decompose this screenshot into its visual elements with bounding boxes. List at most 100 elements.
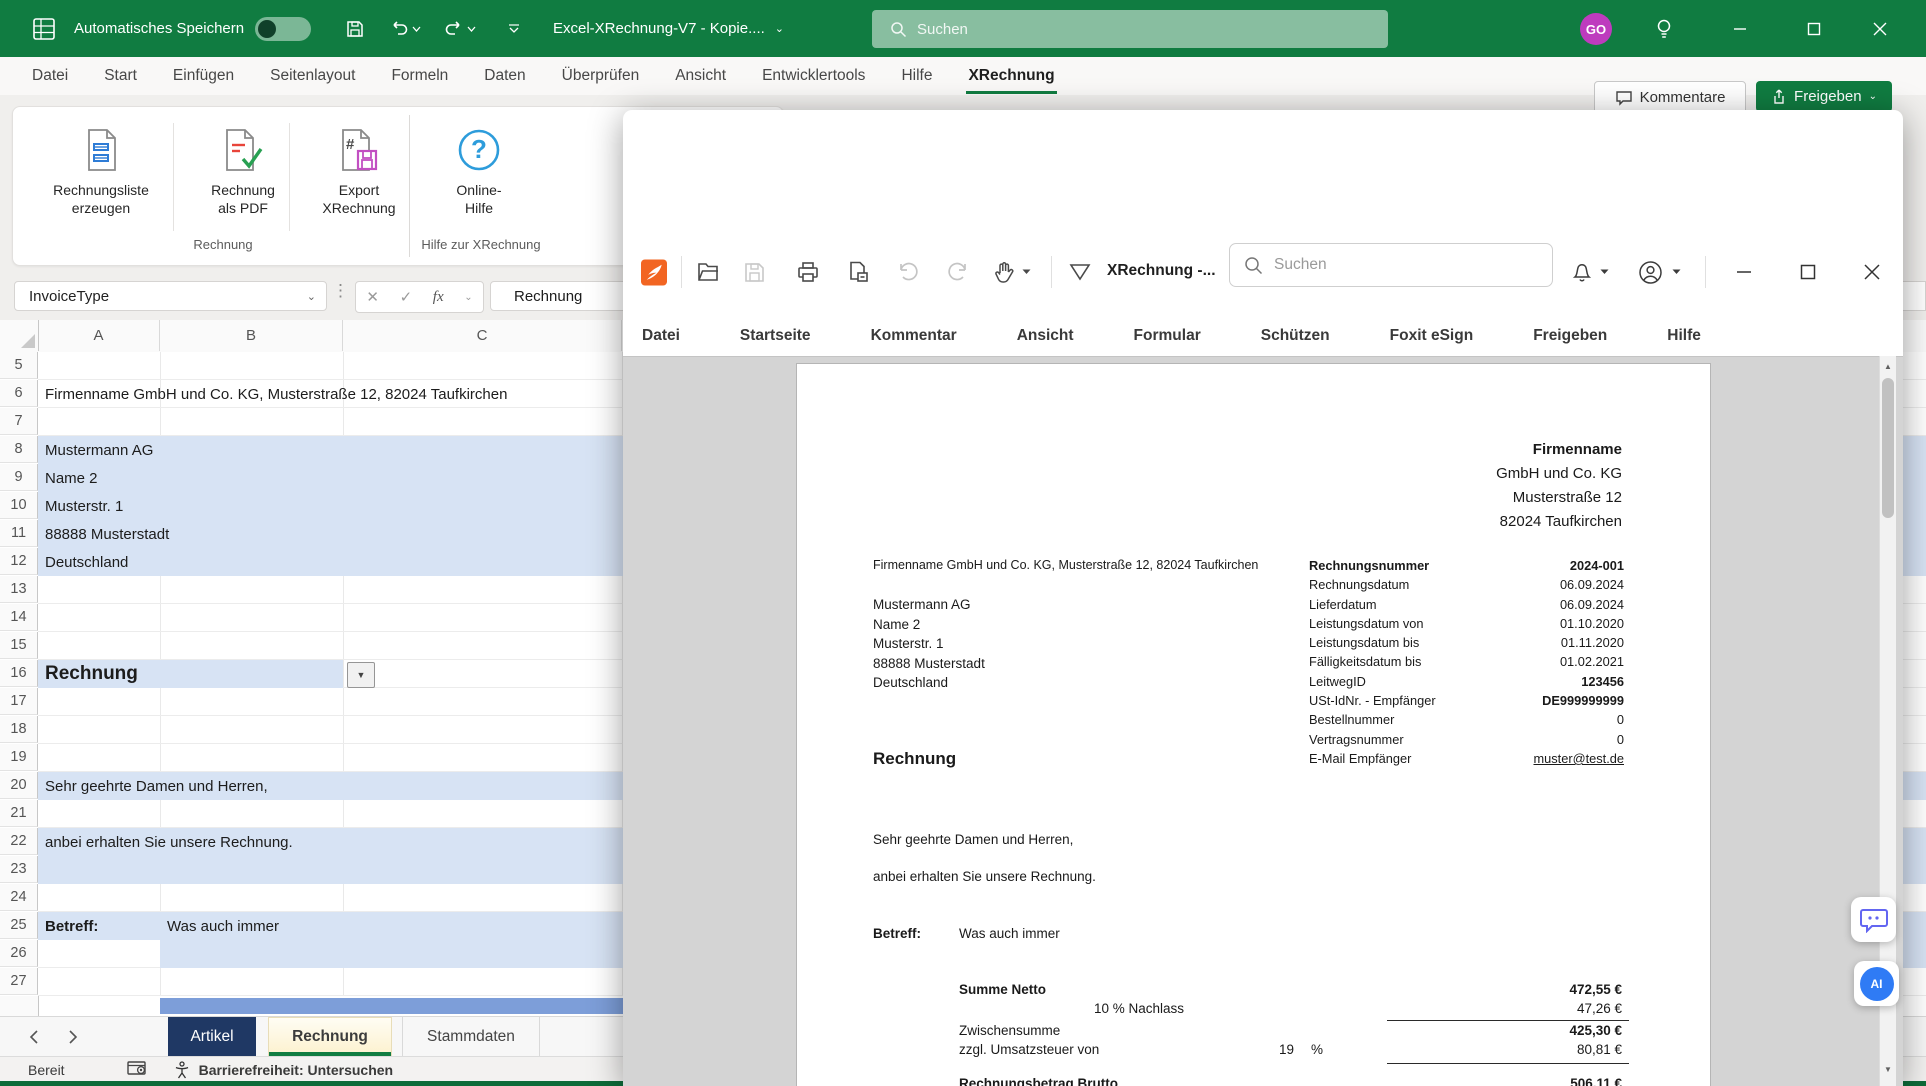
foxit-minimize-button[interactable] [1731,259,1757,285]
foxit-menu-datei[interactable]: Datei [642,327,680,345]
column-header-b[interactable]: B [160,320,343,351]
foxit-search-box[interactable]: Suchen [1229,243,1553,287]
row-header-13[interactable]: 13 [0,576,38,603]
foxit-redo-icon[interactable] [945,259,971,285]
sheet-prev-icon[interactable] [18,1017,48,1057]
lightbulb-icon[interactable] [1650,15,1678,43]
row-header-10[interactable]: 10 [0,492,38,519]
nabla-tools-icon[interactable] [1067,259,1093,285]
row-header-19[interactable]: 19 [0,744,38,771]
row-header-26[interactable]: 26 [0,940,38,967]
scroll-up-icon[interactable]: ▲ [1880,358,1896,375]
quick-access-dropdown-icon[interactable] [500,15,528,43]
row-header-14[interactable]: 14 [0,604,38,631]
row-header-17[interactable]: 17 [0,688,38,715]
formula-bar-handle[interactable]: ⋮ [332,285,349,296]
row-header-12[interactable]: 12 [0,548,38,575]
foxit-menu-schützen[interactable]: Schützen [1261,327,1330,345]
ribbon-tab-start[interactable]: Start [102,59,139,93]
data-validation-dropdown[interactable]: ▼ [347,662,375,688]
row-header-20[interactable]: 20 [0,772,38,799]
scrollbar-thumb[interactable] [1882,378,1894,518]
foxit-menu-startseite[interactable]: Startseite [740,327,811,345]
share-button[interactable]: Freigeben⌄ [1756,81,1892,112]
foxit-menu-freigeben[interactable]: Freigeben [1533,327,1607,345]
foxit-menu-foxit-esign[interactable]: Foxit eSign [1390,327,1474,345]
column-header-c[interactable]: C [343,320,622,351]
sheet-next-icon[interactable] [58,1017,88,1057]
row-header-23[interactable]: 23 [0,856,38,883]
ribbon-tab-überprüfen[interactable]: Überprüfen [560,59,642,93]
confirm-entry-icon[interactable]: ✓ [400,288,413,306]
ribbon-tab-einfügen[interactable]: Einfügen [171,59,236,93]
account-icon[interactable] [1637,259,1663,285]
ribbon-tab-seitenlayout[interactable]: Seitenlayout [268,59,357,93]
foxit-document-tab[interactable]: XRechnung -... [1107,262,1216,280]
ribbon-tab-entwicklertools[interactable]: Entwicklertools [760,59,867,93]
ribbon-tab-ansicht[interactable]: Ansicht [673,59,728,93]
ribbon-tab-hilfe[interactable]: Hilfe [899,59,934,93]
row-header-16[interactable]: 16 [0,660,38,687]
ribbon-tab-daten[interactable]: Daten [482,59,527,93]
foxit-close-button[interactable] [1859,259,1885,285]
sheet-tab-stammdaten[interactable]: Stammdaten [402,1017,540,1057]
export-xrechnung-button[interactable]: # ExportXRechnung [297,121,421,233]
notifications-bell-icon[interactable] [1569,259,1595,285]
row-header-27[interactable]: 27 [0,968,38,995]
create-invoice-list-button[interactable]: Rechnungslisteerzeugen [39,121,163,233]
row-header-6[interactable]: 6 [0,380,38,407]
foxit-menu-kommentar[interactable]: Kommentar [871,327,957,345]
excel-close-button[interactable] [1866,15,1894,43]
save-file-icon[interactable] [741,259,767,285]
ai-assistant-button[interactable]: AI [1854,961,1899,1006]
sheet-tab-rechnung[interactable]: Rechnung [268,1017,392,1057]
row-header-24[interactable]: 24 [0,884,38,911]
foxit-maximize-button[interactable] [1795,259,1821,285]
invoice-as-pdf-button[interactable]: Rechnungals PDF [181,121,305,233]
redo-icon[interactable] [440,15,468,43]
select-all-corner[interactable] [0,320,39,351]
display-settings-icon[interactable] [127,1061,149,1078]
undo-icon[interactable] [385,15,413,43]
bell-dropdown-icon[interactable] [1597,259,1611,285]
row-header-15[interactable]: 15 [0,632,38,659]
meta-value-email-link[interactable]: muster@test.de [1533,751,1624,766]
ribbon-tab-formeln[interactable]: Formeln [389,59,450,93]
undo-dropdown-icon[interactable] [410,15,422,43]
hand-tool-icon[interactable] [991,259,1017,285]
excel-maximize-button[interactable] [1800,15,1828,43]
column-header-a[interactable]: A [38,320,160,351]
row-header-7[interactable]: 7 [0,408,38,435]
foxit-undo-icon[interactable] [895,259,921,285]
account-dropdown-icon[interactable] [1669,259,1683,285]
avatar[interactable]: GO [1580,13,1612,45]
row-header-25[interactable]: 25 [0,912,38,939]
row-header-8[interactable]: 8 [0,436,38,463]
autosave-toggle[interactable] [255,0,311,57]
row-header-21[interactable]: 21 [0,800,38,827]
row-header-18[interactable]: 18 [0,716,38,743]
hand-tool-dropdown-icon[interactable] [1019,259,1033,285]
page-organize-icon[interactable] [845,259,871,285]
row-header-5[interactable]: 5 [0,352,38,379]
open-file-icon[interactable] [695,259,721,285]
row-header-9[interactable]: 9 [0,464,38,491]
save-icon[interactable] [341,15,369,43]
cancel-entry-icon[interactable]: ✕ [366,288,379,306]
insert-function-icon[interactable]: fx [433,289,444,306]
chat-assistant-button[interactable] [1851,897,1896,942]
ribbon-tab-datei[interactable]: Datei [30,59,70,93]
row-header-22[interactable]: 22 [0,828,38,855]
online-help-button[interactable]: ? Online-Hilfe [417,121,541,233]
document-title[interactable]: Excel-XRechnung-V7 - Kopie....⌄ [553,0,784,57]
excel-search-box[interactable]: Suchen [872,10,1388,48]
row-header-11[interactable]: 11 [0,520,38,547]
redo-dropdown-icon[interactable] [465,15,477,43]
sheet-tab-artikel[interactable]: Artikel [168,1017,256,1057]
print-icon[interactable] [795,259,821,285]
accessibility-status[interactable]: Barrierefreiheit: Untersuchen [173,1061,394,1079]
name-box[interactable]: InvoiceType⌄ [14,281,327,311]
foxit-menu-ansicht[interactable]: Ansicht [1017,327,1074,345]
excel-minimize-button[interactable] [1726,15,1754,43]
fx-dropdown-icon[interactable]: ⌄ [464,292,472,303]
